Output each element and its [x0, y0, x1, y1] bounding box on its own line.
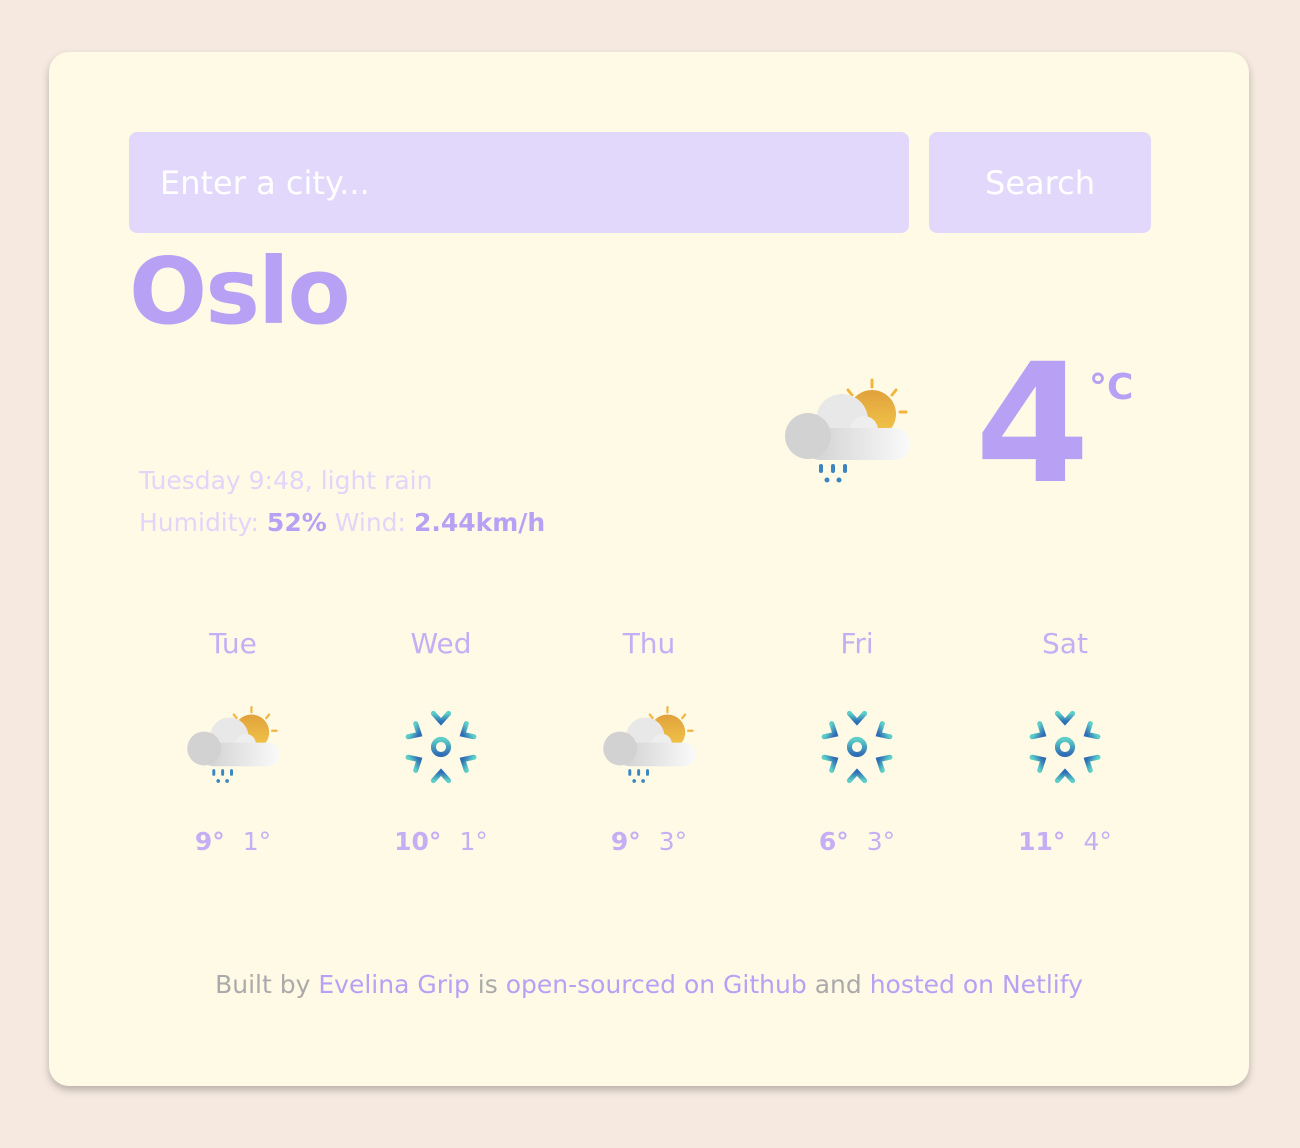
forecast-day: Thu 9° 3°	[545, 627, 753, 856]
forecast-min: 4°	[1083, 827, 1112, 856]
weather-description: light rain	[320, 466, 433, 495]
footer-text: is	[477, 970, 498, 999]
forecast-day-name: Fri	[840, 627, 874, 660]
forecast-day-name: Wed	[410, 627, 472, 660]
footer-text: and	[814, 970, 862, 999]
current-temperature: 4	[975, 328, 1090, 520]
forecast-max: 10°	[394, 827, 442, 856]
forecast-day-name: Sat	[1042, 627, 1088, 660]
rain-sun-icon	[545, 667, 753, 827]
snow-icon	[961, 667, 1169, 827]
footer-text: Built by	[215, 970, 311, 999]
netlify-link[interactable]: hosted on Netlify	[870, 970, 1083, 999]
forecast-day: Fri 6° 3°	[753, 627, 961, 856]
forecast-min: 1°	[459, 827, 488, 856]
footer: Built by Evelina Grip is open-sourced on…	[49, 970, 1249, 999]
celsius-unit[interactable]: °C	[1089, 367, 1133, 408]
separator: ,	[304, 466, 321, 495]
rain-sun-icon	[129, 667, 337, 827]
forecast-day: Wed 10° 1°	[337, 627, 545, 856]
humidity-label: Humidity:	[139, 508, 259, 537]
current-details: Tuesday 9:48, light rain Humidity: 52% W…	[139, 460, 545, 544]
forecast-min: 3°	[658, 827, 688, 856]
city-search-input[interactable]	[129, 132, 909, 233]
forecast-day: Sat 11° 4°	[961, 627, 1169, 856]
wind-value: 2.44km/h	[413, 508, 546, 537]
snow-icon	[753, 667, 961, 827]
forecast-max: 9°	[194, 827, 225, 856]
humidity-value: 52%	[266, 508, 327, 537]
forecast-day-name: Thu	[622, 627, 676, 660]
github-link[interactable]: open-sourced on Github	[506, 970, 807, 999]
search-button[interactable]: Search	[929, 132, 1151, 233]
forecast-day-name: Tue	[209, 627, 257, 660]
forecast-max: 11°	[1018, 827, 1066, 856]
rain-sun-icon	[782, 378, 912, 490]
day-time: Tuesday 9:48	[139, 466, 305, 495]
forecast: Tue 9° 1° Wed 10° 1° Thu 9° 3° Fri 6° 3° Sat 11° 4…	[129, 627, 1169, 856]
forecast-max: 6°	[818, 827, 849, 856]
forecast-min: 3°	[866, 827, 896, 856]
snow-icon	[337, 667, 545, 827]
author-link[interactable]: Evelina Grip	[318, 970, 469, 999]
wind-label: Wind:	[334, 508, 406, 537]
forecast-min: 1°	[242, 827, 272, 856]
weather-card: Search Oslo Tuesday 9:48, light rain Hum…	[49, 52, 1249, 1086]
city-name: Oslo	[129, 238, 351, 345]
forecast-day: Tue 9° 1°	[129, 627, 337, 856]
forecast-max: 9°	[610, 827, 641, 856]
